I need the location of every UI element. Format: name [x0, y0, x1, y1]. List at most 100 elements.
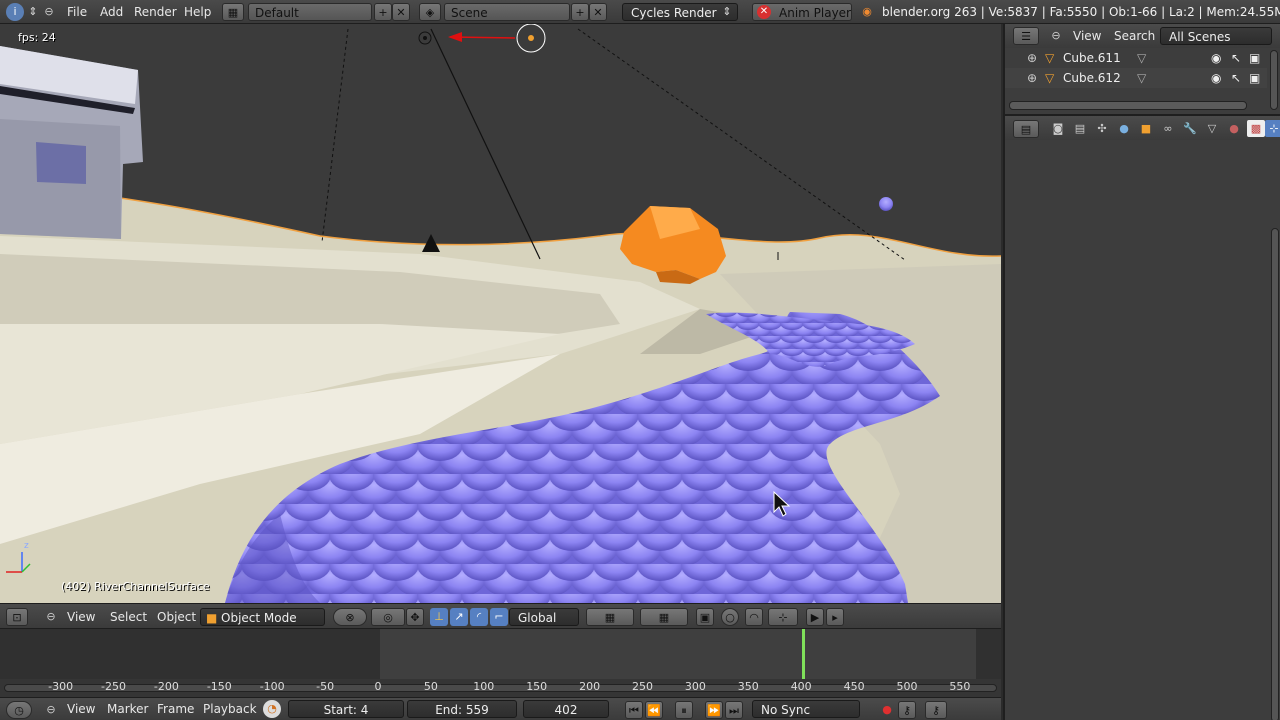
- scene-layers-2-icon[interactable]: ▦: [640, 608, 688, 626]
- world-tab-icon[interactable]: ●: [1115, 120, 1133, 137]
- rotate-manipulator-icon[interactable]: ↗: [450, 608, 468, 626]
- selectable-cursor-icon[interactable]: ↖: [1231, 68, 1241, 88]
- render-tab-icon[interactable]: ◙: [1049, 120, 1067, 137]
- visibility-eye-icon[interactable]: ◉: [1211, 68, 1221, 88]
- opengl-anim-icon[interactable]: ▸: [826, 608, 844, 626]
- manipulator-toggle-icon[interactable]: ✥: [406, 608, 424, 626]
- menu-object[interactable]: Object: [157, 608, 196, 626]
- collapse-menu-icon[interactable]: ⊖: [40, 3, 58, 21]
- viewport-header: ⊡ ⊖ View Select Object ■ Object Mode ⊗ ◎…: [0, 603, 1001, 628]
- jump-keyframe-back-icon[interactable]: ⏪: [645, 701, 663, 719]
- scale-manipulator-icon[interactable]: ◜: [470, 608, 488, 626]
- menu-file[interactable]: File: [67, 3, 87, 21]
- outliner-filter-select[interactable]: All Scenes: [1160, 27, 1272, 45]
- timeline-playhead[interactable]: [802, 629, 806, 679]
- jump-keyframe-forward-icon[interactable]: ⏩: [705, 701, 723, 719]
- selectable-cursor-icon[interactable]: ↖: [1231, 48, 1241, 68]
- outliner-editor-icon[interactable]: ☰: [1013, 27, 1039, 45]
- opengl-render-icon[interactable]: ▶: [806, 608, 824, 626]
- object-name[interactable]: Cube.612: [1063, 68, 1121, 88]
- scene-icon[interactable]: ◈: [419, 3, 441, 21]
- current-frame-field[interactable]: 402: [523, 700, 609, 718]
- translate-manipulator-icon[interactable]: ⊥: [430, 608, 448, 626]
- timeline-frame-range: [380, 629, 976, 679]
- viewport-shading-icon[interactable]: ⊗: [333, 608, 367, 626]
- data-tab-icon[interactable]: ▽: [1203, 120, 1221, 137]
- delete-screen-icon[interactable]: ✕: [392, 3, 410, 21]
- timeline-tick-label: 450: [843, 680, 865, 693]
- timeline-ruler[interactable]: -300 -250 -200 -150 -100 -50 0 50 100 150 200 250 30…: [0, 679, 1001, 697]
- outliner-row[interactable]: ⊕ ▽ Cube.612 ▽ ◉ ↖ ▣: [1005, 68, 1267, 88]
- collapse-menu-icon[interactable]: ⊖: [42, 608, 60, 626]
- outliner-horizontal-scrollbar[interactable]: [1009, 101, 1247, 110]
- screen-layout-field[interactable]: Default: [248, 3, 372, 21]
- snap-manipulator-icon[interactable]: ⌐: [490, 608, 508, 626]
- modifiers-tab-icon[interactable]: 🔧: [1181, 120, 1199, 137]
- mode-select[interactable]: ■ Object Mode: [200, 608, 325, 626]
- auto-keyframe-icon[interactable]: ●: [878, 701, 896, 719]
- timeline-menu-view[interactable]: View: [67, 700, 95, 718]
- viewport-scene: z: [0, 24, 1001, 603]
- expand-icon[interactable]: ⊕: [1027, 48, 1037, 68]
- menu-help[interactable]: Help: [184, 3, 211, 21]
- falloff-icon[interactable]: ◠: [745, 608, 763, 626]
- timeline-menu-playback[interactable]: Playback: [203, 700, 257, 718]
- material-tab-icon[interactable]: ●: [1225, 120, 1243, 137]
- editor-type-icon[interactable]: ⊡: [6, 608, 28, 626]
- transform-orientation-select[interactable]: Global: [509, 608, 579, 626]
- preview-range-icon[interactable]: ◔: [263, 700, 281, 718]
- properties-editor-icon[interactable]: ▤: [1013, 120, 1039, 138]
- 3d-viewport[interactable]: z fps: 24 (402) RiverChannelSurface: [0, 24, 1001, 603]
- constraints-tab-icon[interactable]: ∞: [1159, 120, 1177, 137]
- proportional-edit-icon[interactable]: ○: [721, 608, 739, 626]
- pause-icon[interactable]: ⏸: [675, 701, 693, 719]
- scene-field[interactable]: Scene: [444, 3, 570, 21]
- expand-icon[interactable]: ⊕: [1027, 68, 1037, 88]
- info-editor-icon[interactable]: i: [6, 3, 24, 21]
- object-tab-icon[interactable]: ■: [1137, 120, 1155, 137]
- outliner-menu-view[interactable]: View: [1073, 27, 1101, 45]
- scene-tab-icon[interactable]: ✣: [1093, 120, 1111, 137]
- sync-mode-select[interactable]: No Sync: [752, 700, 860, 718]
- timeline-tick-label: 250: [632, 680, 653, 693]
- layer-lock-icon[interactable]: ▣: [696, 608, 714, 626]
- timeline-editor[interactable]: -300 -250 -200 -150 -100 -50 0 50 100 150 200 250 30…: [0, 628, 1001, 697]
- renderable-camera-icon[interactable]: ▣: [1249, 48, 1260, 68]
- menu-add[interactable]: Add: [100, 3, 123, 21]
- texture-tab-icon[interactable]: ▩: [1247, 120, 1265, 137]
- jump-end-icon[interactable]: ⏭: [725, 701, 743, 719]
- timeline-editor-type-icon[interactable]: ◷: [6, 701, 32, 719]
- outliner-collapse-icon[interactable]: ⊖: [1047, 27, 1065, 45]
- snap-icon[interactable]: ⊹: [768, 608, 798, 626]
- timeline-collapse-icon[interactable]: ⊖: [42, 701, 60, 719]
- screen-layout-icon[interactable]: ▦: [222, 3, 244, 21]
- add-scene-icon[interactable]: +: [571, 3, 589, 21]
- keying-set-icon[interactable]: ⚷: [898, 701, 916, 719]
- timeline-menu-frame[interactable]: Frame: [157, 700, 194, 718]
- outliner-menu-search[interactable]: Search: [1114, 27, 1155, 45]
- properties-header: ▤ ◙ ▤ ✣ ● ■ ∞ 🔧 ▽ ● ▩ ⊹: [1005, 116, 1280, 140]
- physics-tab-icon[interactable]: ⊹: [1265, 120, 1280, 137]
- properties-editor: ▤ ◙ ▤ ✣ ● ■ ∞ 🔧 ▽ ● ▩ ⊹: [1003, 114, 1280, 720]
- jump-start-icon[interactable]: ⏮: [625, 701, 643, 719]
- timeline-menu-marker[interactable]: Marker: [107, 700, 148, 718]
- outliner-vertical-scrollbar[interactable]: [1270, 50, 1278, 110]
- anim-player-button[interactable]: ✕ Anim Player: [752, 3, 852, 21]
- menu-render[interactable]: Render: [134, 3, 177, 21]
- add-screen-icon[interactable]: +: [374, 3, 392, 21]
- render-layers-tab-icon[interactable]: ▤: [1071, 120, 1089, 137]
- scene-layers-1-icon[interactable]: ▦: [586, 608, 634, 626]
- visibility-eye-icon[interactable]: ◉: [1211, 48, 1221, 68]
- properties-scrollbar[interactable]: [1271, 228, 1279, 720]
- start-frame-field[interactable]: Start: 4: [288, 700, 404, 718]
- renderable-camera-icon[interactable]: ▣: [1249, 68, 1260, 88]
- end-frame-field[interactable]: End: 559: [407, 700, 517, 718]
- object-name[interactable]: Cube.611: [1063, 48, 1121, 68]
- menu-select[interactable]: Select: [110, 608, 147, 626]
- insert-keyframe-icon[interactable]: ⚷: [925, 701, 947, 719]
- delete-scene-icon[interactable]: ✕: [589, 3, 607, 21]
- outliner-row[interactable]: ⊕ ▽ Cube.611 ▽ ◉ ↖ ▣: [1005, 48, 1267, 68]
- menu-view[interactable]: View: [67, 608, 95, 626]
- pivot-point-icon[interactable]: ◎: [371, 608, 405, 626]
- timeline-tick-label: -200: [153, 680, 179, 693]
